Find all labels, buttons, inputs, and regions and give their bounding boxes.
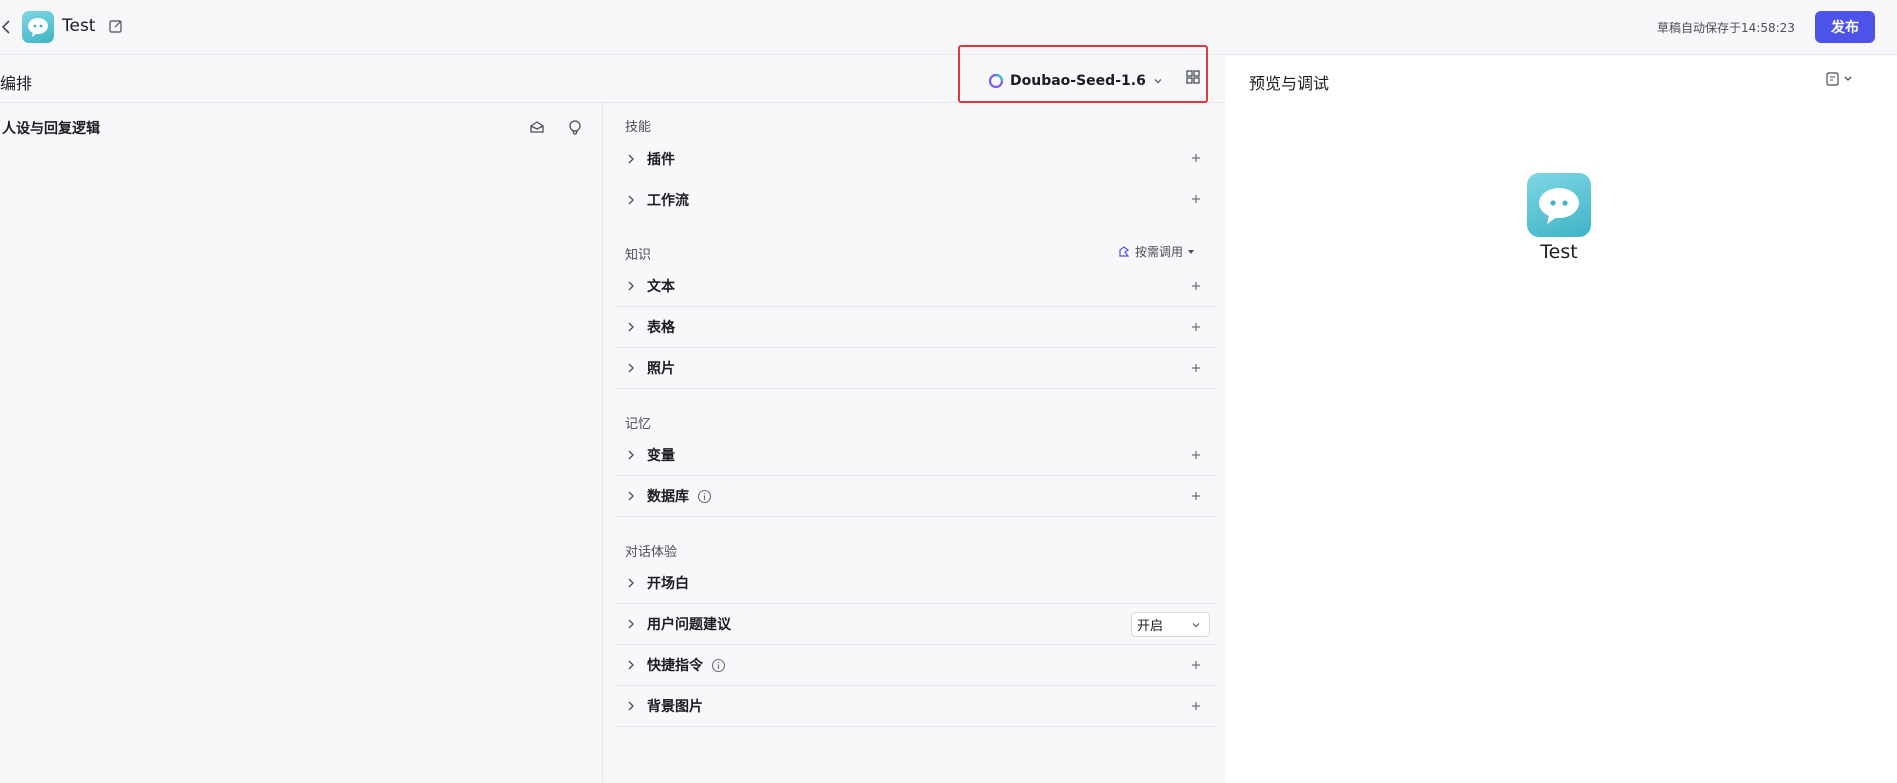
skill-row-plugin[interactable]: 插件 [616,138,1216,179]
preview-title: 预览与调试 [1249,74,1330,93]
row-label: 插件 [647,151,675,168]
publish-button[interactable]: 发布 [1815,11,1875,43]
caret-down-icon [1188,249,1195,254]
plus-icon[interactable] [1190,321,1202,333]
knowledge-row-text[interactable]: 文本 [616,266,1216,307]
knowledge-row-table[interactable]: 表格 [616,307,1216,348]
suggestions-select[interactable]: 开启 [1131,612,1210,637]
chevron-down-icon [1192,623,1200,628]
dialog-row-background[interactable]: 背景图片 [616,686,1216,727]
persona-panel: 人设与回复逻辑 [0,103,603,783]
info-icon[interactable] [697,489,712,504]
chevron-right-icon [628,491,634,501]
chevron-right-icon [628,578,634,588]
chevron-right-icon [628,154,634,163]
row-label: 文本 [647,279,675,295]
chevron-right-icon [628,619,634,629]
section-memory: 记忆 [625,417,652,432]
bot-name: Test [62,16,96,36]
autosave-status: 草稿自动保存于14:58:23 [1657,21,1795,35]
prompt-library-icon[interactable] [528,118,546,136]
plus-icon[interactable] [1190,490,1202,502]
chevron-right-icon [628,660,634,670]
section-skills: 技能 [625,120,652,135]
chevron-down-icon [1154,79,1162,84]
memory-row-variable[interactable]: 变量 [616,435,1216,476]
memory-row-database[interactable]: 数据库 [616,476,1216,517]
row-label: 快捷指令 [647,658,703,674]
chevron-right-icon [628,450,634,460]
row-label: 变量 [647,448,675,464]
persona-title: 人设与回复逻辑 [2,121,100,137]
trigger-icon [1119,245,1130,257]
row-label: 数据库 [647,489,689,505]
knowledge-mode-label: 按需调用 [1135,245,1184,259]
row-label: 开场白 [647,576,689,592]
row-label: 照片 [647,361,675,377]
suggestions-select-value: 开启 [1137,619,1164,634]
skill-row-workflow[interactable]: 工作流 [616,179,1216,220]
row-label: 用户问题建议 [647,617,731,633]
plus-icon[interactable] [1190,193,1202,205]
plus-icon[interactable] [1190,700,1202,712]
chevron-right-icon [628,701,634,711]
skills-panel: 技能 插件 工作流 知识 按需调用 文本 表格 照片 记忆 变量 数据库 对话体… [604,103,1225,783]
grid-icon[interactable] [1186,70,1200,84]
dialog-row-shortcuts[interactable]: 快捷指令 [616,645,1216,686]
dialog-row-opening[interactable]: 开场白 [616,563,1216,604]
model-selector[interactable]: Doubao-Seed-1.6 [988,69,1164,93]
back-arrow-icon[interactable] [0,15,14,39]
chevron-right-icon [628,281,634,291]
chevron-right-icon [628,363,634,373]
plus-icon[interactable] [1190,362,1202,374]
preview-bot-name: Test [1540,241,1578,263]
preview-options-icon[interactable] [1825,70,1859,88]
plus-icon[interactable] [1190,659,1202,671]
optimize-bulb-icon[interactable] [566,118,584,136]
edit-icon[interactable] [108,18,124,34]
chevron-right-icon [628,322,634,332]
section-dialog: 对话体验 [625,545,678,560]
dialog-row-suggestions[interactable]: 用户问题建议 开启 [616,604,1216,645]
plus-icon[interactable] [1190,152,1202,164]
orchestration-title: 编排 [0,74,33,93]
section-knowledge: 知识 [625,248,652,263]
model-name: Doubao-Seed-1.6 [1010,73,1146,89]
row-label: 背景图片 [647,699,703,715]
plus-icon[interactable] [1190,449,1202,461]
preview-panel: 预览与调试 Test [1225,56,1897,783]
info-icon[interactable] [711,658,726,673]
chevron-right-icon [628,195,634,204]
knowledge-mode-dropdown[interactable]: 按需调用 [1117,243,1195,260]
doubao-logo-icon [988,73,1004,89]
top-bar: Test 草稿自动保存于14:58:23 发布 [0,0,1897,55]
orchestration-header: 编排 Doubao-Seed-1.6 [0,56,1225,103]
row-label: 工作流 [647,192,689,209]
bot-avatar [22,11,54,43]
plus-icon[interactable] [1190,280,1202,292]
knowledge-row-photo[interactable]: 照片 [616,348,1216,389]
preview-bot-avatar [1527,173,1591,237]
row-label: 表格 [647,320,675,336]
